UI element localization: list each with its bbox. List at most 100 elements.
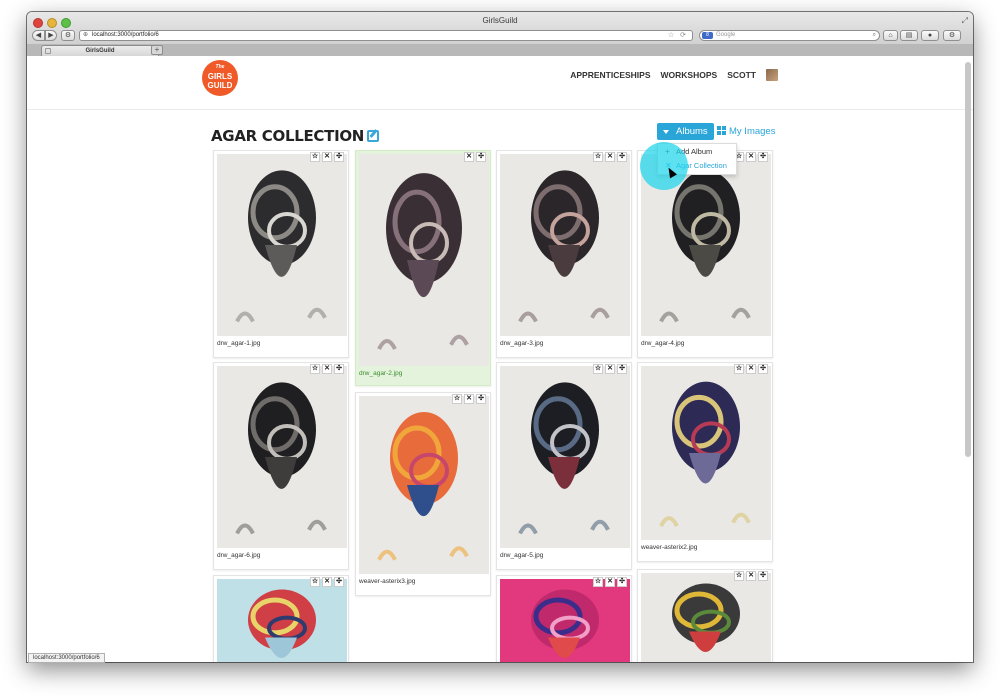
- remove-icon[interactable]: ✕: [464, 152, 474, 162]
- star-icon[interactable]: ☆: [593, 152, 603, 162]
- artwork-image[interactable]: [500, 579, 630, 662]
- move-icon[interactable]: ✣: [758, 571, 768, 581]
- remove-icon[interactable]: ✕: [746, 152, 756, 162]
- my-images-link[interactable]: My Images: [717, 124, 775, 139]
- tab-close-icon[interactable]: [45, 48, 51, 54]
- image-card[interactable]: ☆ ✕ ✣ weaver-asterix2.jpg: [637, 362, 773, 562]
- avatar[interactable]: [766, 69, 778, 81]
- image-card[interactable]: ☆ ✕ ✣ drw_agar-1.jpg: [213, 150, 349, 358]
- settings-icon[interactable]: ⚙: [943, 30, 961, 41]
- share-button[interactable]: ⚙: [61, 30, 75, 41]
- artwork-image[interactable]: [359, 154, 489, 366]
- move-icon[interactable]: ✣: [617, 152, 627, 162]
- artwork-image[interactable]: [641, 573, 771, 662]
- move-icon[interactable]: ✣: [617, 577, 627, 587]
- vertical-scrollbar[interactable]: [965, 62, 971, 457]
- move-icon[interactable]: ✣: [334, 364, 344, 374]
- tab-girlsguild[interactable]: GirlsGuild: [41, 45, 159, 56]
- artwork-graphic: [217, 154, 347, 336]
- image-card[interactable]: ☆ ✕ ✣: [213, 575, 349, 662]
- home-icon[interactable]: ⌂: [883, 30, 898, 41]
- nav-apprenticeships[interactable]: APPRENTICESHIPS: [570, 70, 650, 80]
- star-icon[interactable]: ☆: [310, 364, 320, 374]
- card-caption: weaver-asterix3.jpg: [359, 578, 416, 585]
- remove-icon[interactable]: ✕: [322, 577, 332, 587]
- image-card[interactable]: ☆ ✕ ✣ drw_agar-5.jpg: [496, 362, 632, 570]
- extension-icon[interactable]: ●: [921, 30, 939, 41]
- move-icon[interactable]: ✣: [758, 364, 768, 374]
- artwork-graphic: [641, 154, 771, 336]
- card-caption: drw_agar-4.jpg: [641, 340, 685, 347]
- artwork-image[interactable]: [500, 154, 630, 336]
- sidebar-icon[interactable]: ▤: [900, 30, 918, 41]
- image-card[interactable]: ☆ ✕ ✣ drw_agar-4.jpg: [637, 150, 773, 358]
- logo-line1: GIRLS: [207, 72, 233, 81]
- move-icon[interactable]: ✣: [334, 577, 344, 587]
- remove-icon[interactable]: ✕: [464, 394, 474, 404]
- artwork-image[interactable]: [217, 154, 347, 336]
- artwork-graphic: [359, 396, 489, 574]
- remove-icon[interactable]: ✕: [605, 577, 615, 587]
- star-icon[interactable]: ☆: [452, 394, 462, 404]
- card-actions: ✕ ✣: [464, 152, 486, 162]
- albums-dropdown-button[interactable]: Albums: [657, 123, 714, 140]
- girls-guild-logo[interactable]: The GIRLS GUILD: [202, 60, 238, 96]
- site-header: The GIRLS GUILD APPRENTICESHIPS WORKSHOP…: [27, 57, 973, 110]
- remove-icon[interactable]: ✕: [746, 364, 756, 374]
- back-button[interactable]: ◀: [32, 30, 45, 41]
- artwork-image[interactable]: [641, 366, 771, 540]
- logo-the: The: [215, 64, 225, 70]
- move-icon[interactable]: ✣: [758, 152, 768, 162]
- artwork-graphic: [500, 366, 630, 548]
- image-card[interactable]: ☆ ✕ ✣ drw_agar-6.jpg: [213, 362, 349, 570]
- my-images-label: My Images: [729, 126, 776, 137]
- artwork-image[interactable]: [217, 579, 347, 662]
- image-card[interactable]: ☆ ✕ ✣: [496, 575, 632, 662]
- dropdown-item-add-album[interactable]: + Add Album: [658, 145, 736, 159]
- card-actions: ☆ ✕ ✣: [310, 152, 344, 162]
- artwork-image[interactable]: [500, 366, 630, 548]
- artwork-graphic: [217, 579, 347, 662]
- move-icon[interactable]: ✣: [334, 152, 344, 162]
- star-icon[interactable]: ☆: [734, 571, 744, 581]
- remove-icon[interactable]: ✕: [322, 364, 332, 374]
- image-card[interactable]: ✕ ✣ drw_agar-2.jpg: [355, 150, 491, 386]
- forward-button[interactable]: ▶: [45, 30, 57, 41]
- image-card[interactable]: ☆ ✕ ✣: [637, 569, 773, 662]
- nav-user[interactable]: SCOTT: [727, 70, 756, 80]
- fullscreen-icon[interactable]: ⤢: [962, 16, 968, 26]
- main-nav: APPRENTICESHIPS WORKSHOPS SCOTT: [570, 69, 778, 81]
- artwork-image[interactable]: [359, 396, 489, 574]
- edit-icon[interactable]: [367, 130, 380, 142]
- card-caption: drw_agar-2.jpg: [359, 370, 403, 377]
- remove-icon[interactable]: ✕: [322, 152, 332, 162]
- remove-icon[interactable]: ✕: [605, 364, 615, 374]
- artwork-image[interactable]: [641, 154, 771, 336]
- move-icon[interactable]: ✣: [476, 152, 486, 162]
- move-icon[interactable]: ✣: [617, 364, 627, 374]
- artwork-image[interactable]: [217, 366, 347, 548]
- star-icon[interactable]: ☆: [310, 577, 320, 587]
- search-engine-badge[interactable]: 8: [702, 32, 713, 39]
- card-actions: ☆ ✕ ✣: [593, 152, 627, 162]
- nav-workshops[interactable]: WORKSHOPS: [661, 70, 718, 80]
- move-icon[interactable]: ✣: [476, 394, 486, 404]
- star-icon[interactable]: ☆: [593, 364, 603, 374]
- new-tab-button[interactable]: +: [151, 45, 163, 55]
- page-title-text: AGAR COLLECTION: [211, 127, 365, 145]
- globe-icon: ⊕: [83, 32, 89, 38]
- address-bar[interactable]: ⊕ localhost:3000/portfolio/6 ☆ ⟳: [79, 30, 693, 41]
- card-caption: drw_agar-5.jpg: [500, 552, 544, 559]
- bookmark-reload-icons[interactable]: ☆ ⟳: [668, 31, 688, 40]
- card-caption: drw_agar-3.jpg: [500, 340, 544, 347]
- image-card[interactable]: ☆ ✕ ✣ drw_agar-3.jpg: [496, 150, 632, 358]
- remove-icon[interactable]: ✕: [605, 152, 615, 162]
- search-icon[interactable]: ⌕: [873, 31, 876, 40]
- remove-icon[interactable]: ✕: [746, 571, 756, 581]
- card-actions: ☆ ✕ ✣: [734, 152, 768, 162]
- star-icon[interactable]: ☆: [593, 577, 603, 587]
- star-icon[interactable]: ☆: [310, 152, 320, 162]
- search-field[interactable]: 8 Google ⌕: [699, 30, 880, 41]
- star-icon[interactable]: ☆: [734, 364, 744, 374]
- image-card[interactable]: ☆ ✕ ✣ weaver-asterix3.jpg: [355, 392, 491, 596]
